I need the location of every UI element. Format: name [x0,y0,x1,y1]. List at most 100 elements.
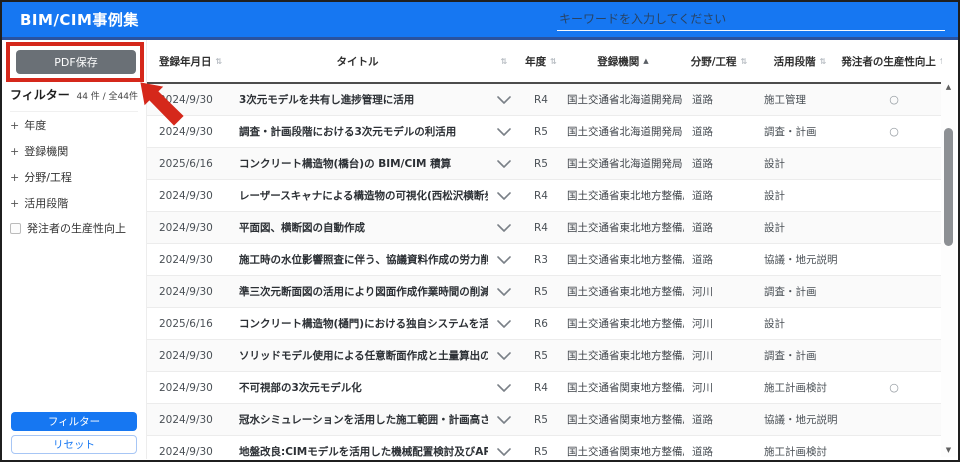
table-row[interactable]: 2024/9/30 施工時の水位影響照査に伴う、協議資料作成の労力削減 R3 国… [147,244,942,276]
table-row[interactable]: 2024/9/30 準三次元断面図の活用により図面作成作業時間の削減 R5 国土… [147,276,942,308]
checkbox-icon[interactable] [10,223,21,234]
cell-year: R6 [520,318,562,330]
cell-title: 冠水シミュレーションを活用した施工範囲・計画高さの妥当性確認 [227,412,488,427]
cell-registration-date: 2024/9/30 [147,254,227,266]
table-row[interactable]: 2024/9/30 ソリッドモデル使用による任意断面作成と土量算出の効率化 R5… [147,340,942,372]
filter-group-year[interactable]: +年度 [10,112,142,138]
filter-group-organization[interactable]: +登録機関 [10,138,142,164]
cell-year: R3 [520,254,562,266]
column-header-year[interactable]: 年度 ⇅ [520,54,562,69]
scrollbar-thumb[interactable] [944,128,953,246]
filter-group-field[interactable]: + 分野/工程 [10,164,142,190]
sort-icon[interactable]: ⇅ [550,57,557,66]
filter-group-label: 活用段階 [24,197,68,210]
cell-field: 河川 [684,380,754,395]
cell-title: コンクリート構造物(樋門)における独自システムを活用した３次元設計 [227,316,488,331]
cell-year: R4 [520,222,562,234]
cell-organization: 国土交通省東北地方整備局 [562,348,684,363]
chevron-down-icon[interactable] [488,384,520,392]
cell-registration-date: 2024/9/30 [147,94,227,106]
table-row[interactable]: 2025/6/16 コンクリート構造物(樋門)における独自システムを活用した３次… [147,308,942,340]
cell-field: 河川 [684,348,754,363]
chevron-down-icon[interactable] [488,192,520,200]
cell-field: 道路 [684,156,754,171]
column-header-organization[interactable]: 登録機関 ▲ [562,54,684,69]
table-row[interactable]: 2024/9/30 調査・計画段階における3次元モデルの利活用 R5 国土交通省… [147,116,942,148]
filter-checkbox-productivity[interactable]: 発注者の生産性向上 [10,216,142,240]
filter-checkbox-label: 発注者の生産性向上 [27,220,126,236]
cell-year: R5 [520,126,562,138]
table-row[interactable]: 2024/9/30 不可視部の3次元モデル化 R4 国土交通省関東地方整備局 河… [147,372,942,404]
search-input[interactable] [557,6,945,31]
filter-count: 44 件 / 全44件 [76,89,138,102]
chevron-down-icon[interactable] [488,224,520,232]
column-header-productivity[interactable]: 発注者の生産性向上 ⇅ [846,54,942,69]
cell-registration-date: 2024/9/30 [147,190,227,202]
table-row[interactable]: 2025/6/16 コンクリート構造物(橋台)の BIM/CIM 積算 R5 国… [147,148,942,180]
cell-year: R4 [520,190,562,202]
pdf-save-button[interactable]: PDF保存 [16,50,136,74]
chevron-down-icon[interactable] [488,96,520,104]
expand-plus-icon: + [10,119,19,132]
table-row[interactable]: 2024/9/30 レーザースキャナによる構造物の可視化(西松沢横断歩道橋) R… [147,180,942,212]
cell-stage: 調査・計画 [754,284,846,299]
cell-registration-date: 2024/9/30 [147,446,227,458]
cell-title: 地盤改良:CIMモデルを活用した機械配置検討及びARを活用した現地確認 [227,444,488,459]
cell-stage: 設計 [754,316,846,331]
column-header-title[interactable]: タイトル [227,54,488,69]
cell-organization: 国土交通省北海道開発局 [562,124,684,139]
column-header-date[interactable]: 登録年月日 ⇅ [147,54,227,69]
column-header-field[interactable]: 分野/工程 ⇅ [684,54,754,69]
cell-year: R4 [520,94,562,106]
cell-productivity-mark: ○ [846,381,942,394]
cell-field: 道路 [684,412,754,427]
cell-organization: 国土交通省関東地方整備局 [562,412,684,427]
chevron-down-icon[interactable] [488,160,520,168]
cell-organization: 国土交通省東北地方整備局 [562,188,684,203]
column-label: 発注者の生産性向上 [841,54,936,69]
table-row[interactable]: 2024/9/30 3次元モデルを共有し進捗管理に活用 R4 国土交通省北海道開… [147,84,942,116]
vertical-scrollbar[interactable]: ▲ ▼ [941,80,956,457]
cell-productivity-mark: ○ [846,125,942,138]
sort-ascending-icon[interactable]: ▲ [643,57,648,65]
expand-plus-icon: + [10,171,19,184]
app-title: BIM/CIM事例集 [2,9,139,30]
filter-group-stage[interactable]: +活用段階 [10,190,142,216]
sort-icon[interactable]: ⇅ [741,57,748,66]
filter-group-label: 分野/工程 [24,171,72,184]
sort-icon[interactable]: ⇅ [501,57,508,66]
chevron-down-icon[interactable] [488,320,520,328]
cell-stage: 協議・地元説明 [754,412,846,427]
cell-organization: 国土交通省東北地方整備局 [562,220,684,235]
cell-year: R5 [520,350,562,362]
cell-title: 調査・計画段階における3次元モデルの利活用 [227,124,488,139]
sort-icon[interactable]: ⇅ [820,57,827,66]
scroll-down-icon[interactable]: ▼ [941,446,956,454]
table-header: 登録年月日 ⇅ タイトル ⇅ 年度 ⇅ 登録機関 ▲ 分野/ [147,40,942,84]
chevron-down-icon[interactable] [488,256,520,264]
chevron-down-icon[interactable] [488,128,520,136]
cell-stage: 協議・地元説明 [754,252,846,267]
table-row[interactable]: 2024/9/30 平面図、横断図の自動作成 R4 国土交通省東北地方整備局 道… [147,212,942,244]
table-row[interactable]: 2024/9/30 地盤改良:CIMモデルを活用した機械配置検討及びARを活用し… [147,436,942,459]
cell-field: 道路 [684,220,754,235]
cell-organization: 国土交通省北海道開発局 [562,92,684,107]
chevron-down-icon[interactable] [488,448,520,456]
cell-organization: 国土交通省東北地方整備局 [562,284,684,299]
filter-reset-button[interactable]: リセット [11,435,137,454]
column-header-stage[interactable]: 活用段階 ⇅ [754,54,846,69]
chevron-down-icon[interactable] [488,416,520,424]
filter-apply-button[interactable]: フィルター [11,412,137,431]
cell-registration-date: 2024/9/30 [147,350,227,362]
chevron-down-icon[interactable] [488,288,520,296]
table-row[interactable]: 2024/9/30 冠水シミュレーションを活用した施工範囲・計画高さの妥当性確認… [147,404,942,436]
sort-icon[interactable]: ⇅ [940,57,942,66]
column-header-title-sort[interactable]: ⇅ [488,57,520,66]
chevron-down-icon[interactable] [488,352,520,360]
cell-year: R5 [520,446,562,458]
search-box [557,6,945,31]
cell-organization: 国土交通省東北地方整備局 [562,252,684,267]
scroll-up-icon[interactable]: ▲ [941,83,956,91]
sort-icon[interactable]: ⇅ [216,57,223,66]
column-label: 分野/工程 [691,54,737,69]
